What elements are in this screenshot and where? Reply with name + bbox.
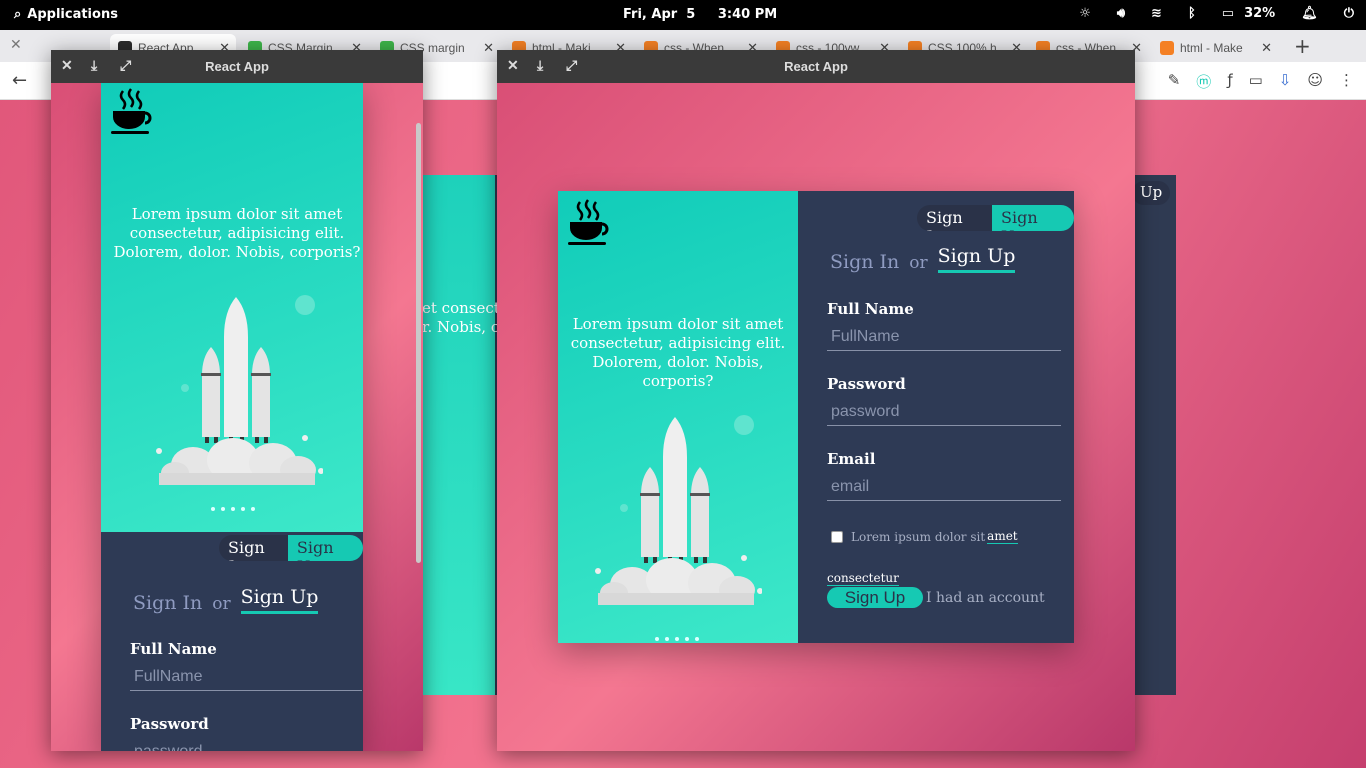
password-input[interactable] — [130, 741, 362, 751]
switch-signin-button[interactable]: Sign In — [917, 205, 993, 231]
menu-kebab-icon[interactable]: ⋮ — [1339, 71, 1354, 92]
fullname-label: Full Name — [130, 640, 217, 658]
tab-html-make[interactable]: html - Make ✕ — [1152, 34, 1278, 62]
hero-blurb: Lorem ipsum dolor sit amet consectetur, … — [570, 315, 786, 390]
form-tabs: Sign In or Sign Up — [133, 586, 319, 614]
tab-signup[interactable]: Sign Up — [937, 245, 1016, 273]
hero-pane: Lorem ipsum dolor sit amet consectetur, … — [558, 191, 798, 643]
window-title: React App — [784, 59, 848, 74]
system-tray: ☼ 🔊︎ ≋ ᛒ ▭ 32% 🔔︎ ⏻ — [1079, 6, 1354, 21]
close-window-icon[interactable]: ✕ — [10, 37, 22, 53]
signup-submit-button[interactable]: Sign Up — [827, 587, 923, 608]
coffee-cup-icon — [109, 85, 159, 135]
form-tabs: Sign In or Sign Up — [830, 245, 1016, 273]
auth-switch: Sign In Sign Up — [219, 535, 363, 561]
carousel-dots[interactable] — [655, 637, 699, 641]
window-titlebar: ✕ ⤓ ⤢ React App — [51, 50, 423, 83]
terms-text: Lorem ipsum dolor sit — [851, 529, 986, 544]
password-label: Password — [130, 715, 209, 733]
notifications-icon[interactable]: 🔔︎ — [1301, 6, 1318, 21]
new-tab-button[interactable]: + — [1294, 34, 1311, 58]
have-account-link[interactable]: I had an account — [926, 590, 1045, 606]
auth-card: Lorem ipsum dolor sit amet consectetur, … — [558, 191, 1074, 643]
applications-label: Applications — [27, 7, 118, 22]
terms-checkbox[interactable] — [831, 530, 843, 543]
clock[interactable]: Fri, Apr 5 3:40 PM — [623, 7, 777, 22]
extension-puzzle-icon[interactable]: ✎ — [1168, 71, 1181, 92]
window-content: Lorem ipsum dolor sit amet consectetur, … — [497, 83, 1135, 751]
underlying-switch: Up — [1132, 181, 1170, 205]
wifi-icon[interactable]: ≋ — [1151, 6, 1162, 21]
password-input[interactable] — [827, 401, 1061, 426]
auth-card: Lorem ipsum dolor sit amet consectetur, … — [101, 83, 363, 751]
tabs-or-label: or — [909, 253, 928, 273]
back-arrow-icon[interactable]: ← — [12, 70, 27, 91]
brightness-icon[interactable]: ☼ — [1079, 6, 1091, 21]
extension-f-icon[interactable]: ƒ — [1227, 71, 1232, 92]
fullname-field: Full Name — [130, 640, 362, 691]
email-label: Email — [827, 450, 876, 468]
stackoverflow-icon — [1160, 41, 1174, 55]
switch-signup-button[interactable]: Sign Up — [992, 205, 1074, 231]
battery-indicator[interactable]: ▭ 32% — [1222, 6, 1275, 21]
tab-signin[interactable]: Sign In — [830, 251, 899, 273]
form-pane: Sign In Sign Up Sign In or Sign Up Full … — [798, 191, 1074, 643]
password-label: Password — [827, 375, 906, 393]
system-top-bar: ⌕ Applications Fri, Apr 5 3:40 PM ☼ 🔊︎ ≋… — [0, 0, 1366, 30]
auth-switch: Sign In Sign Up — [917, 205, 1074, 231]
react-app-window-large: ✕ ⤓ ⤢ React App Lorem ipsum dolor sit am… — [497, 50, 1135, 751]
extension-reader-icon[interactable]: ▭ — [1249, 71, 1263, 92]
tab-close-icon[interactable]: ✕ — [1261, 40, 1272, 56]
terms-checkbox-row: Lorem ipsum dolor sit amet — [831, 529, 1018, 544]
fullname-label: Full Name — [827, 300, 914, 318]
tab-signin[interactable]: Sign In — [133, 592, 202, 614]
carousel-dots[interactable] — [211, 507, 255, 511]
password-field: Password — [130, 715, 362, 751]
react-app-window-small: ✕ ⤓ ⤢ React App Lorem ipsum dolor sit am… — [51, 50, 423, 751]
hero-blurb: Lorem ipsum dolor sit amet consectetur, … — [113, 205, 361, 261]
bluetooth-icon[interactable]: ᛒ — [1188, 6, 1196, 21]
tab-label: html - Make — [1180, 41, 1243, 55]
email-field: Email — [827, 450, 1061, 501]
applications-menu[interactable]: ⌕ Applications — [14, 7, 118, 22]
terms-link-2[interactable]: consectetur — [827, 571, 899, 586]
password-field: Password — [827, 375, 1061, 426]
profile-avatar-icon[interactable]: ☺ — [1307, 71, 1323, 92]
window-title: React App — [205, 59, 269, 74]
tab-signup[interactable]: Sign Up — [240, 586, 319, 614]
switch-signin-button[interactable]: Sign In — [219, 535, 288, 561]
fullname-input[interactable] — [130, 666, 362, 691]
window-titlebar: ✕ ⤓ ⤢ React App — [497, 50, 1135, 83]
search-icon: ⌕ — [14, 7, 22, 22]
rocket-illustration — [592, 415, 762, 615]
battery-percent: 32% — [1244, 6, 1276, 21]
scrollbar[interactable] — [416, 123, 421, 563]
volume-icon[interactable]: 🔊︎ — [1117, 6, 1125, 21]
coffee-cup-icon — [566, 196, 616, 246]
tabs-or-label: or — [212, 594, 231, 614]
extension-icons: ✎ ⓜ ƒ ▭ ⇩ ☺ ⋮ — [1168, 71, 1354, 92]
fullname-input[interactable] — [827, 326, 1061, 351]
rocket-illustration — [153, 295, 323, 495]
terms-link[interactable]: amet — [987, 529, 1018, 544]
underlying-text: r. Nobis, c — [422, 318, 500, 336]
tab-close-icon[interactable]: ✕ — [483, 40, 494, 56]
power-icon[interactable]: ⏻ — [1344, 6, 1354, 21]
switch-signup-button[interactable]: Sign Up — [287, 535, 363, 561]
battery-icon: ▭ — [1221, 6, 1235, 21]
window-content: Lorem ipsum dolor sit amet consectetur, … — [51, 83, 423, 751]
form-pane: Sign In Sign Up Sign In or Sign Up Full … — [101, 532, 363, 751]
underlying-text: et consect — [422, 299, 500, 317]
fullname-field: Full Name — [827, 300, 1061, 351]
extension-m-icon[interactable]: ⓜ — [1196, 71, 1211, 92]
hero-pane: Lorem ipsum dolor sit amet consectetur, … — [101, 83, 363, 532]
email-input[interactable] — [827, 476, 1061, 501]
extension-download-icon[interactable]: ⇩ — [1279, 71, 1292, 92]
underlying-hero — [420, 175, 495, 695]
